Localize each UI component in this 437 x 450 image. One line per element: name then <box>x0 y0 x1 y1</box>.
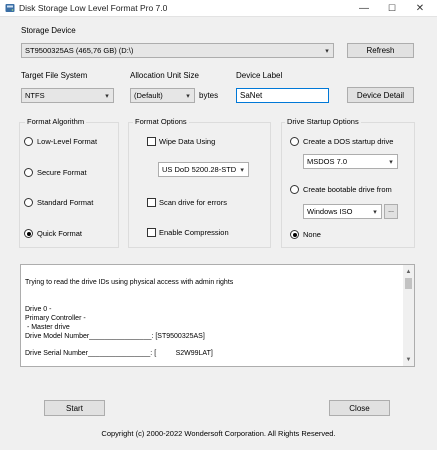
none-startup-label[interactable]: None <box>303 230 321 239</box>
secure-format-label[interactable]: Secure Format <box>37 168 87 177</box>
bootable-source-value: Windows ISO <box>307 207 353 216</box>
bootable-drive-label[interactable]: Create bootable drive from <box>303 185 392 194</box>
target-fs-select[interactable]: NTFS ▾ <box>21 88 114 103</box>
refresh-button[interactable]: Refresh <box>347 43 414 58</box>
browse-iso-button[interactable]: ... <box>384 204 398 219</box>
scroll-thumb[interactable] <box>405 278 412 289</box>
drive-startup-title: Drive Startup Options <box>285 117 361 126</box>
log-line: - Master drive <box>25 324 70 331</box>
chevron-down-icon: ▾ <box>240 166 244 174</box>
log-line: Trying to read the drive IDs using physi… <box>25 279 234 286</box>
chevron-down-icon: ▾ <box>389 158 393 166</box>
scroll-down-icon[interactable]: ▼ <box>403 354 414 365</box>
chevron-down-icon: ▾ <box>373 208 377 216</box>
log-line: Drive Serial Number________________: [ S… <box>25 350 213 357</box>
none-startup-radio[interactable] <box>290 230 299 239</box>
storage-device-value: ST9500325AS (465,76 GB) (D:\) <box>25 46 134 55</box>
allocation-unit-label: Allocation Unit Size <box>130 71 199 80</box>
bootable-source-select[interactable]: Windows ISO ▾ <box>303 204 382 219</box>
scan-drive-label[interactable]: Scan drive for errors <box>159 198 227 207</box>
title-bar: Disk Storage Low Level Format Pro 7.0 — … <box>0 0 437 17</box>
dos-startup-radio[interactable] <box>290 137 299 146</box>
allocation-unit-suffix: bytes <box>199 91 219 100</box>
device-label-input[interactable]: SaNet <box>236 88 329 103</box>
low-level-format-radio[interactable] <box>24 137 33 146</box>
allocation-unit-value: (Default) <box>134 91 163 100</box>
enable-compression-label[interactable]: Enable Compression <box>159 228 229 237</box>
log-line: Primary Controller - <box>25 315 86 322</box>
target-fs-value: NTFS <box>25 91 45 100</box>
minimize-button[interactable]: — <box>350 0 378 17</box>
maximize-button[interactable]: ☐ <box>378 0 406 17</box>
dos-version-select[interactable]: MSDOS 7.0 ▾ <box>303 154 398 169</box>
allocation-unit-select[interactable]: (Default) ▾ <box>130 88 195 103</box>
close-window-button[interactable]: ✕ <box>406 0 434 17</box>
format-algorithm-title: Format Algorithm <box>25 117 87 126</box>
dos-startup-label[interactable]: Create a DOS startup drive <box>303 137 393 146</box>
low-level-format-label[interactable]: Low-Level Format <box>37 137 97 146</box>
wipe-method-select[interactable]: US DoD 5200.28-STD ▾ <box>158 162 249 177</box>
standard-format-radio[interactable] <box>24 198 33 207</box>
wipe-data-label[interactable]: Wipe Data Using <box>159 137 215 146</box>
storage-device-select[interactable]: ST9500325AS (465,76 GB) (D:\) ▾ <box>21 43 334 58</box>
window-title: Disk Storage Low Level Format Pro 7.0 <box>19 3 168 13</box>
quick-format-radio[interactable] <box>24 229 33 238</box>
scan-drive-checkbox[interactable] <box>147 198 156 207</box>
log-line: Drive Model Number________________: [ST9… <box>25 333 205 340</box>
disk-icon <box>5 4 15 12</box>
chevron-down-icon: ▾ <box>325 47 329 55</box>
log-output[interactable]: Trying to read the drive IDs using physi… <box>20 264 415 367</box>
format-options-title: Format Options <box>133 117 189 126</box>
scroll-up-icon[interactable]: ▲ <box>403 266 414 277</box>
close-button[interactable]: Close <box>329 400 390 416</box>
chevron-down-icon: ▾ <box>186 92 190 100</box>
copyright-text: Copyright (c) 2000-2022 Wondersoft Corpo… <box>101 429 336 438</box>
wipe-data-checkbox[interactable] <box>147 137 156 146</box>
device-detail-button[interactable]: Device Detail <box>347 87 414 103</box>
start-button[interactable]: Start <box>44 400 105 416</box>
device-label-title: Device Label <box>236 71 283 80</box>
target-fs-label: Target File System <box>21 71 88 80</box>
log-line: Drive 0 - <box>25 306 52 313</box>
secure-format-radio[interactable] <box>24 168 33 177</box>
chevron-down-icon: ▾ <box>105 92 109 100</box>
wipe-method-value: US DoD 5200.28-STD <box>162 165 237 174</box>
storage-device-label: Storage Device <box>21 26 76 35</box>
bootable-drive-radio[interactable] <box>290 185 299 194</box>
quick-format-label[interactable]: Quick Format <box>37 229 82 238</box>
dos-version-value: MSDOS 7.0 <box>307 157 348 166</box>
enable-compression-checkbox[interactable] <box>147 228 156 237</box>
standard-format-label[interactable]: Standard Format <box>37 198 93 207</box>
